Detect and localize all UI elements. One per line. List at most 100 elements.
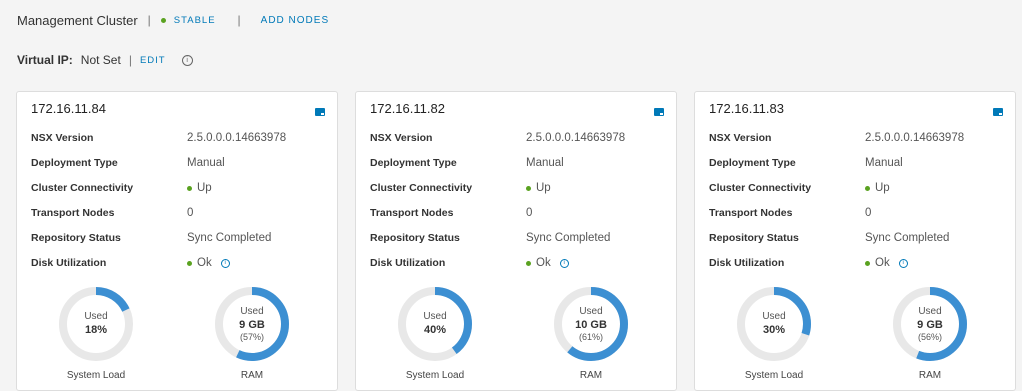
cluster-header: Management Cluster | STABLE | ADD NODES <box>17 12 329 28</box>
gauge-text: Used 9 GB (56%) <box>891 285 969 363</box>
detail-value: 0 <box>526 207 532 219</box>
deployment-type-value: Manual <box>187 157 225 169</box>
detail-value: Ok i <box>865 257 908 269</box>
node-ip: 172.16.11.84 <box>31 101 106 116</box>
detail-value: Up <box>187 182 212 194</box>
repository-status-value: Sync Completed <box>865 232 950 244</box>
info-icon[interactable]: i <box>559 258 569 268</box>
ram-label: RAM <box>579 370 603 381</box>
detail-value: Manual <box>187 157 225 169</box>
system-load-gauge: Used 18% <box>57 285 135 363</box>
virtual-ip-row: Virtual IP: Not Set | EDIT i <box>17 52 193 68</box>
info-icon[interactable]: i <box>181 54 193 66</box>
detail-row: Deployment Type Manual <box>370 156 564 170</box>
deployment-type-label: Deployment Type <box>370 157 457 169</box>
virtual-ip-label: Virtual IP: <box>17 53 73 67</box>
detail-value: Ok i <box>187 257 230 269</box>
system-load-gauge: Used 30% <box>735 285 813 363</box>
status-dot-icon <box>865 260 870 266</box>
system-load-value: 40% <box>423 324 447 336</box>
gauge-used-label: Used <box>240 305 264 317</box>
nsx-version-label: NSX Version <box>709 132 772 144</box>
status-dot-icon <box>526 260 531 266</box>
detail-value: 2.5.0.0.0.14663978 <box>187 132 286 144</box>
ram-percent: (61%) <box>578 331 603 342</box>
detail-value: Up <box>865 182 890 194</box>
system-load-gauge: Used 40% <box>396 285 474 363</box>
terminal-icon[interactable] <box>654 108 664 116</box>
detail-row: Cluster Connectivity Up <box>31 181 212 195</box>
detail-row: Disk Utilization Ok i <box>370 256 569 270</box>
nsx-version-value: 2.5.0.0.0.14663978 <box>187 132 287 144</box>
ram-label: RAM <box>240 370 264 381</box>
detail-row: Repository Status Sync Completed <box>370 231 610 245</box>
detail-row: Deployment Type Manual <box>31 156 225 170</box>
connectivity-value: Up <box>536 182 551 194</box>
detail-value: 0 <box>865 207 871 219</box>
gauge-text: Used 10 GB (61%) <box>552 285 630 363</box>
status-dot-icon <box>187 260 192 266</box>
node-card: 172.16.11.83 NSX Version 2.5.0.0.0.14663… <box>694 91 1016 391</box>
disk-value: Ok <box>536 257 551 269</box>
nsx-version-value: 2.5.0.0.0.14663978 <box>526 132 626 144</box>
cluster-title: Management Cluster <box>17 12 138 28</box>
detail-value: Ok i <box>526 257 569 269</box>
ram-value: 9 GB <box>917 318 943 331</box>
detail-value: Up <box>526 182 551 194</box>
ram-label: RAM <box>918 370 942 381</box>
connectivity-value: Up <box>197 182 212 194</box>
disk-utilization-label: Disk Utilization <box>370 257 446 269</box>
detail-value: Sync Completed <box>865 232 949 244</box>
detail-row: Transport Nodes 0 <box>370 206 532 220</box>
nsx-version-value: 2.5.0.0.0.14663978 <box>865 132 965 144</box>
ram-gauge: Used 9 GB (56%) <box>891 285 969 363</box>
ram-value: 10 GB <box>575 318 607 331</box>
repository-status-label: Repository Status <box>370 232 460 244</box>
transport-nodes-value: 0 <box>526 207 533 219</box>
terminal-icon[interactable] <box>993 108 1003 116</box>
add-nodes-button[interactable]: ADD NODES <box>261 15 329 26</box>
gauge-used-label: Used <box>423 311 447 322</box>
deployment-type-label: Deployment Type <box>31 157 118 169</box>
detail-value: 2.5.0.0.0.14663978 <box>526 132 625 144</box>
system-load-label: System Load <box>66 370 126 381</box>
ram-gauge: Used 9 GB (57%) <box>213 285 291 363</box>
transport-nodes-label: Transport Nodes <box>709 207 793 219</box>
status-dot-icon <box>526 185 531 191</box>
detail-row: NSX Version 2.5.0.0.0.14663978 <box>31 131 286 145</box>
system-load-value: 30% <box>762 324 786 336</box>
detail-row: Repository Status Sync Completed <box>31 231 271 245</box>
gauge-text: Used 9 GB (57%) <box>213 285 291 363</box>
detail-row: Cluster Connectivity Up <box>709 181 890 195</box>
detail-row: NSX Version 2.5.0.0.0.14663978 <box>709 131 964 145</box>
terminal-icon[interactable] <box>315 108 325 116</box>
edit-virtual-ip-button[interactable]: EDIT <box>140 55 166 66</box>
info-icon[interactable]: i <box>220 258 230 268</box>
detail-value: Sync Completed <box>187 232 271 244</box>
gauge-used-label: Used <box>918 305 942 317</box>
detail-value: 2.5.0.0.0.14663978 <box>865 132 964 144</box>
system-load-label: System Load <box>405 370 465 381</box>
node-card: 172.16.11.84 NSX Version 2.5.0.0.0.14663… <box>16 91 338 391</box>
detail-row: Disk Utilization Ok i <box>709 256 908 270</box>
cluster-connectivity-label: Cluster Connectivity <box>709 182 812 194</box>
info-icon[interactable]: i <box>898 258 908 268</box>
detail-row: Disk Utilization Ok i <box>31 256 230 270</box>
node-ip: 172.16.11.83 <box>709 101 784 116</box>
deployment-type-value: Manual <box>865 157 903 169</box>
status-dot-icon <box>160 17 166 23</box>
node-card: 172.16.11.82 NSX Version 2.5.0.0.0.14663… <box>355 91 677 391</box>
separator: | <box>147 13 151 27</box>
detail-value: Manual <box>526 157 564 169</box>
separator: | <box>237 13 241 27</box>
detail-value: Sync Completed <box>526 232 610 244</box>
status-dot-icon <box>187 185 192 191</box>
ram-percent: (56%) <box>917 331 942 342</box>
repository-status-value: Sync Completed <box>526 232 611 244</box>
cluster-status: STABLE <box>173 14 216 26</box>
gauge-text: Used 18% <box>57 285 135 363</box>
node-ip: 172.16.11.82 <box>370 101 445 116</box>
cluster-connectivity-label: Cluster Connectivity <box>370 182 473 194</box>
repository-status-label: Repository Status <box>31 232 121 244</box>
cluster-connectivity-label: Cluster Connectivity <box>31 182 134 194</box>
